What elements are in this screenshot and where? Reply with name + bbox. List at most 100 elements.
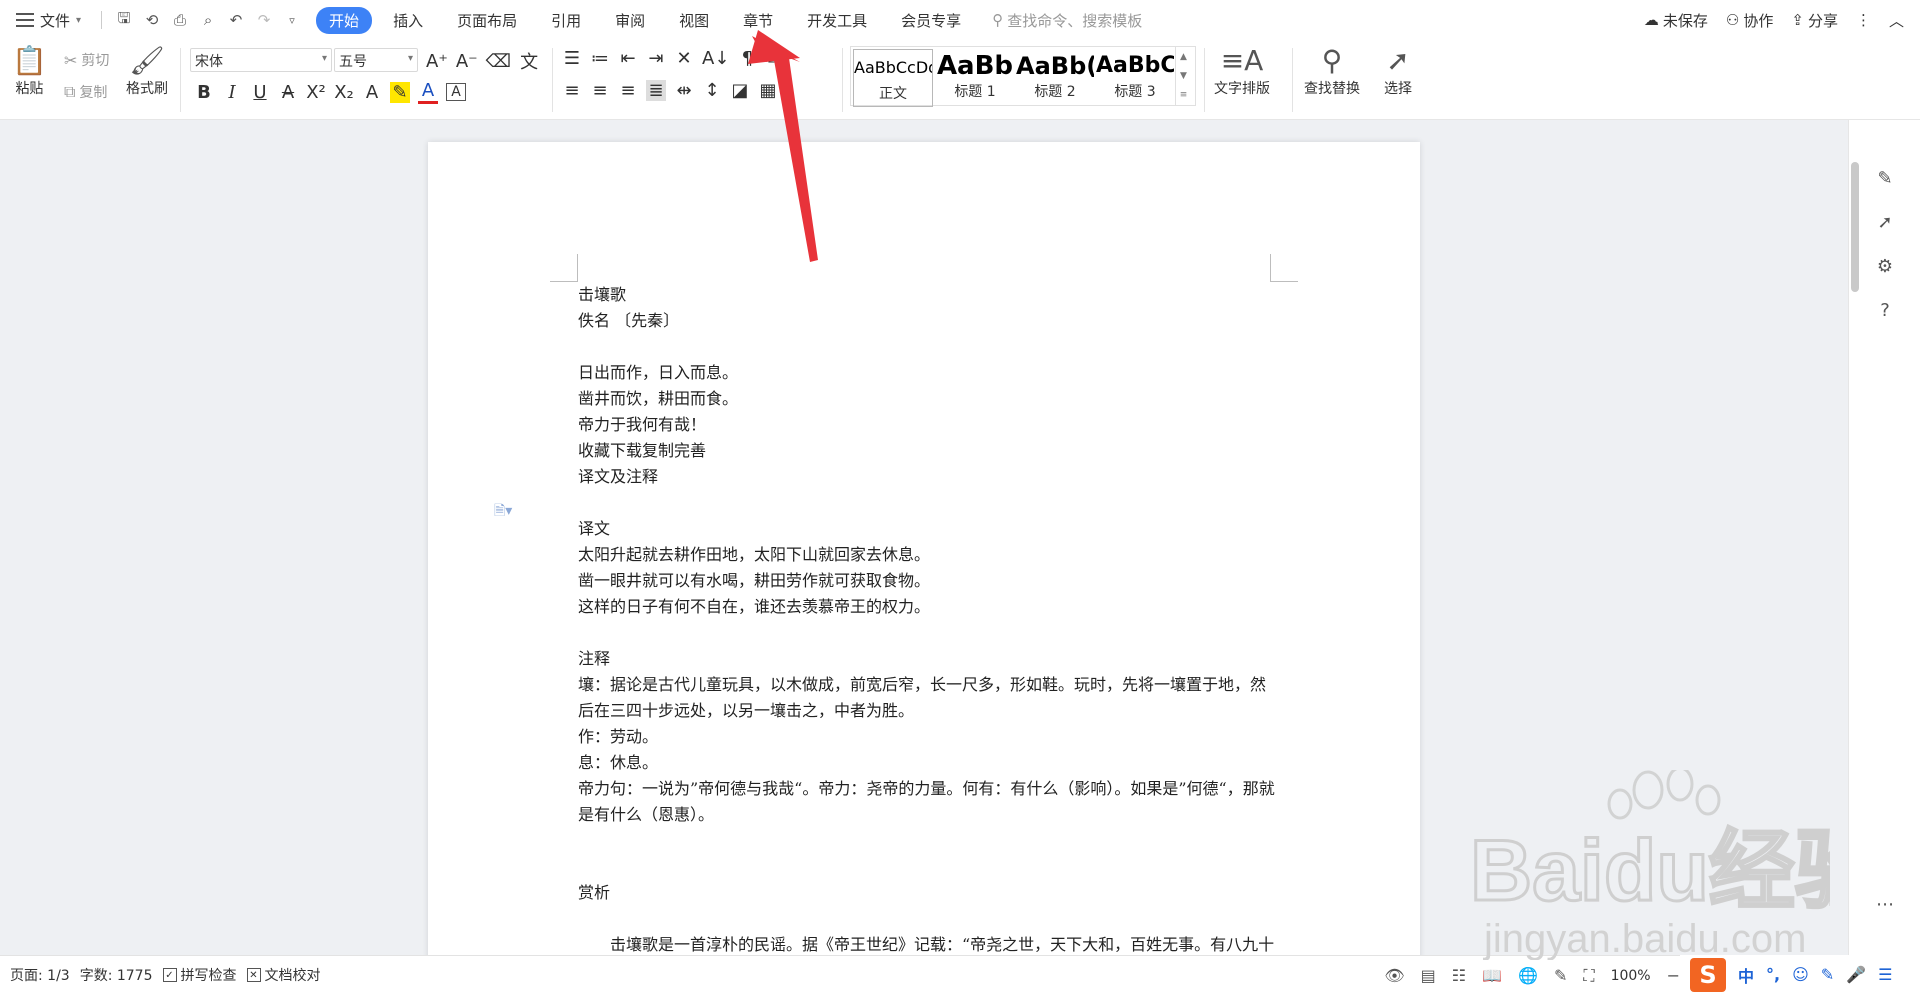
outline-view-icon[interactable]: ☷ [1452, 966, 1466, 985]
customize-icon[interactable]: ▿ [280, 8, 304, 32]
highlight-icon[interactable]: ✎ [390, 81, 410, 103]
sort-icon[interactable]: A↓ [702, 48, 729, 69]
emoji-icon[interactable]: ☺ [1792, 965, 1809, 984]
paragraph-handle-icon[interactable]: 🗎▾ [494, 500, 512, 524]
unsaved-button[interactable]: ☁ 未保存 [1644, 10, 1708, 31]
align-left-icon[interactable]: ≡ [562, 80, 582, 101]
expand-icon[interactable]: ≡ [1180, 90, 1188, 100]
document-paragraph[interactable] [578, 490, 1278, 516]
table-ruler-icon[interactable]: ▭ [765, 48, 785, 69]
chinese-layout-icon[interactable]: ✕ [674, 48, 694, 69]
increase-indent-icon[interactable]: ⇥ [646, 48, 666, 69]
punctuation-icon[interactable]: °, [1766, 965, 1780, 984]
tab-developer[interactable]: 开发工具 [794, 7, 880, 34]
select-button[interactable]: ➚ 选择 [1384, 44, 1412, 98]
chevron-up-icon[interactable]: ▲ [1180, 52, 1187, 62]
format-painter-button[interactable]: 🖌 格式刷 [126, 44, 168, 98]
line-spacing-icon[interactable]: ↕ [702, 80, 722, 101]
cut-button[interactable]: ✂ 剪切 [64, 50, 109, 70]
document-paragraph[interactable]: 译文及注释 [578, 464, 1278, 490]
underline-icon[interactable]: U [250, 82, 270, 103]
undo-icon[interactable]: ↶ [224, 8, 248, 32]
document-paragraph[interactable]: 壤：据论是古代儿童玩具，以木做成，前宽后窄，长一尺多，形如鞋。玩时，先将一壤置于… [578, 672, 1278, 724]
grow-font-icon[interactable]: A⁺ [426, 51, 448, 72]
document-paragraph[interactable]: 息：休息。 [578, 750, 1278, 776]
eye-icon[interactable]: 👁 [1384, 966, 1404, 985]
tab-review[interactable]: 审阅 [602, 7, 658, 34]
pointer-icon[interactable]: ➚ [1871, 208, 1899, 236]
style-normal[interactable]: AaBbCcDd 正文 [853, 49, 933, 107]
share-button[interactable]: ⇪ 分享 [1791, 10, 1838, 31]
superscript-icon[interactable]: X² [306, 82, 326, 103]
reading-view-icon[interactable]: 📖 [1482, 966, 1502, 985]
style-heading-1[interactable]: AaBb 标题 1 [935, 47, 1015, 105]
document-paragraph[interactable] [578, 620, 1278, 646]
align-center-icon[interactable]: ≡ [590, 80, 610, 101]
font-size-select[interactable]: 五号 ▾ [334, 48, 418, 72]
web-view-icon[interactable]: 🌐 [1518, 966, 1538, 985]
spell-check-toggle[interactable]: ✓ 拼写检查 [162, 965, 237, 985]
paste-button[interactable]: 📋 粘贴 [12, 44, 47, 98]
chevron-down-icon[interactable]: ▼ [1180, 71, 1187, 81]
text-effect-icon[interactable]: A [362, 82, 382, 103]
shrink-font-icon[interactable]: A⁻ [456, 51, 478, 72]
word-count[interactable]: 字数: 1775 [80, 965, 153, 985]
text-layout-button[interactable]: ≡A 文字排版 [1214, 44, 1270, 98]
doc-proof-button[interactable]: ✕ 文档校对 [246, 965, 321, 985]
document-paragraph[interactable]: 凿一眼井就可以有水喝，耕田劳作就可获取食物。 [578, 568, 1278, 594]
scrollbar-thumb[interactable] [1851, 162, 1859, 292]
document-paragraph[interactable]: 帝力于我何有哉！ [578, 412, 1278, 438]
collab-button[interactable]: ⚇ 协作 [1726, 10, 1773, 31]
save-icon[interactable]: 🖫 [112, 8, 136, 32]
document-paragraph[interactable]: 凿井而饮，耕田而食。 [578, 386, 1278, 412]
vertical-scrollbar[interactable] [1848, 120, 1862, 955]
microphone-icon[interactable]: 🎤 [1846, 965, 1866, 984]
subscript-icon[interactable]: X₂ [334, 82, 354, 103]
copy-button[interactable]: ⧉ 复制 [64, 82, 107, 102]
document-paragraph[interactable]: 译文 [578, 516, 1278, 542]
sogou-logo-icon[interactable]: S [1690, 957, 1726, 992]
page-indicator[interactable]: 页面: 1/3 [10, 965, 70, 985]
show-marks-icon[interactable]: ¶ [737, 48, 757, 69]
bullets-icon[interactable]: ☰ [562, 48, 582, 69]
font-name-select[interactable]: 宋体 ▾ [190, 48, 332, 72]
print-icon[interactable]: ⎙ [168, 8, 192, 32]
style-heading-3[interactable]: AaBbC 标题 3 [1095, 47, 1175, 105]
tab-view[interactable]: 视图 [666, 7, 722, 34]
document-paragraph[interactable]: 太阳升起就去耕作田地，太阳下山就回家去休息。 [578, 542, 1278, 568]
char-border-icon[interactable]: A [446, 83, 466, 101]
document-paragraph[interactable]: 佚名 〔先秦〕 [578, 308, 1278, 334]
style-heading-2[interactable]: AaBb( 标题 2 [1015, 47, 1095, 105]
clear-format-icon[interactable]: ⌫ [486, 51, 511, 72]
find-replace-button[interactable]: ⚲ 查找替换 [1304, 44, 1360, 98]
pencil-icon[interactable]: ✎ [1871, 164, 1899, 192]
numbering-icon[interactable]: ≔ [590, 48, 610, 69]
document-paragraph[interactable]: 击壤歌 [578, 282, 1278, 308]
tab-member[interactable]: 会员专享 [888, 7, 974, 34]
fit-page-icon[interactable]: ⛶ [1583, 966, 1594, 986]
justify-icon[interactable]: ≣ [646, 80, 666, 101]
bold-icon[interactable]: B [194, 82, 214, 103]
distribute-icon[interactable]: ⇹ [674, 80, 694, 101]
command-search[interactable]: ⚲ 查找命令、搜索模板 [992, 10, 1142, 31]
document-paragraph[interactable] [578, 334, 1278, 360]
tab-references[interactable]: 引用 [538, 7, 594, 34]
document-paragraph[interactable] [578, 906, 1278, 932]
strikethrough-icon[interactable]: A [278, 82, 298, 103]
export-pdf-icon[interactable]: ⟲ [140, 8, 164, 32]
document-paragraph[interactable]: 注释 [578, 646, 1278, 672]
document-body[interactable]: 击壤歌 佚名 〔先秦〕 日出而作，日入而息。 凿井而饮，耕田而食。 帝力于我何有哉！ 收藏… [578, 282, 1278, 955]
tab-chapter[interactable]: 章节 [730, 7, 786, 34]
document-paragraph[interactable]: 日出而作，日入而息。 [578, 360, 1278, 386]
italic-icon[interactable]: I [222, 82, 242, 103]
decrease-indent-icon[interactable]: ⇤ [618, 48, 638, 69]
document-paragraph[interactable]: 作：劳动。 [578, 724, 1278, 750]
more-icon[interactable]: ⋮ [1856, 11, 1871, 29]
tab-insert[interactable]: 插入 [380, 7, 436, 34]
document-page[interactable]: 击壤歌 佚名 〔先秦〕 日出而作，日入而息。 凿井而饮，耕田而食。 帝力于我何有哉！ 收藏… [428, 142, 1420, 955]
ime-language[interactable]: 中 [1738, 963, 1754, 987]
write-view-icon[interactable]: ✎ [1554, 966, 1567, 985]
phonetic-icon[interactable]: 文 [519, 48, 539, 74]
settings-sliders-icon[interactable]: ⚙ [1871, 252, 1899, 280]
document-area[interactable]: 击壤歌 佚名 〔先秦〕 日出而作，日入而息。 凿井而饮，耕田而食。 帝力于我何有哉！ 收藏… [0, 120, 1848, 955]
